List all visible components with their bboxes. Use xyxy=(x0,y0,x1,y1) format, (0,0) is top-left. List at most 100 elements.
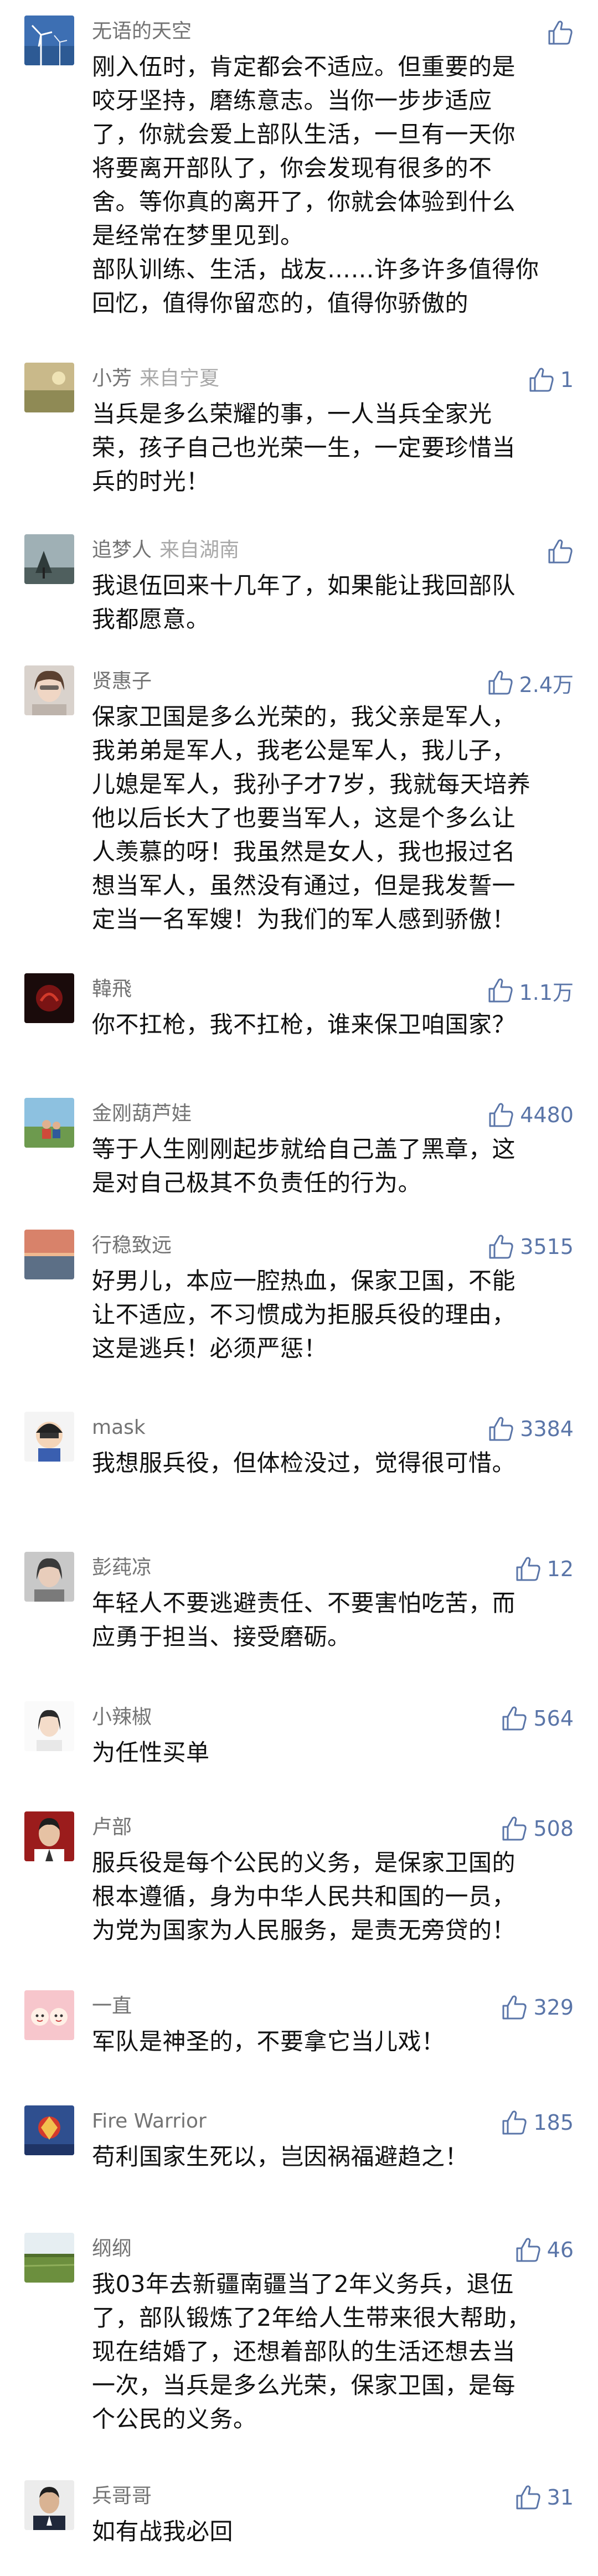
comment-item: 贤惠子 2.4万保家卫国是多么光荣的，我父亲是军人， 我弟弟是军人，我老公是军人，我… xyxy=(0,665,598,952)
like-count: 3384 xyxy=(520,1417,574,1441)
like-button[interactable]: 1 xyxy=(528,366,574,394)
comment-text-line: 咬牙坚持，磨练意志。当你一步步适应 xyxy=(92,87,492,114)
comment-text-line: 一次，当兵是多么光荣，保家卫国，是每 xyxy=(92,2372,516,2399)
like-button[interactable]: 4480 xyxy=(488,1101,574,1129)
comment-text: 你不扛枪，我不扛枪，谁来保卫咱国家？ xyxy=(92,1008,579,1041)
commenter-name[interactable]: 贤惠子 xyxy=(92,670,152,693)
like-button[interactable]: 508 xyxy=(501,1815,574,1842)
cartoon-mask-avatar[interactable] xyxy=(24,1412,74,1462)
like-button[interactable]: 1.1万 xyxy=(487,977,574,1005)
like-button[interactable]: 12 xyxy=(515,1555,574,1583)
comment-text: 等于人生刚刚起步就给自己盖了黑章，这 是对自己极其不负责任的行为。 xyxy=(92,1132,579,1200)
comment-header: 金刚葫芦娃 xyxy=(92,1100,192,1128)
comment-text-line: 儿媳是军人，我孙子才7岁，我就每天培养 xyxy=(92,771,531,798)
commenter-name[interactable]: 韓飛 xyxy=(92,978,132,1000)
comment-text-line: 为任性买单 xyxy=(92,1739,210,1766)
thumbs-up-icon xyxy=(515,2237,542,2263)
comment-text-line: 兵的时光！ xyxy=(92,468,210,495)
commenter-name[interactable]: mask xyxy=(92,1416,146,1439)
like-count: 4480 xyxy=(520,1103,574,1127)
comment-text-line: 我弟弟是军人，我老公是军人，我儿子， xyxy=(92,737,516,764)
like-count: 46 xyxy=(547,2238,574,2262)
comment-text-line: 了，部队锻炼了2年给人生带来很大帮助， xyxy=(92,2304,531,2331)
dark-red-avatar[interactable] xyxy=(24,973,74,1023)
like-button[interactable]: 3384 xyxy=(488,1415,574,1443)
like-button[interactable]: 329 xyxy=(501,1994,574,2021)
commenter-name[interactable]: 无语的天空 xyxy=(92,20,192,43)
commenter-name[interactable]: 行稳致远 xyxy=(92,1234,172,1257)
girl-white-avatar[interactable] xyxy=(24,1701,74,1751)
comment-text-line: 刚入伍时，肯定都会不适应。但重要的是 xyxy=(92,53,516,80)
comment-header: 小芳 来自宁夏 xyxy=(92,365,219,393)
comment-text-line: 为党为国家为人民服务，是责无旁贷的！ xyxy=(92,1917,516,1944)
comment-list: 无语的天空刚入伍时，肯定都会不适应。但重要的是 咬牙坚持，磨练意志。当你一步步适应… xyxy=(0,0,598,2576)
pink-cartoon-avatar[interactable] xyxy=(24,1990,74,2040)
comment-item: 卢部 508 服兵役是每个公民的义务，是保家卫国的 根本遵循，身为中华人民共和国的一员… xyxy=(0,1811,598,1963)
commenter-name[interactable]: 小芳 xyxy=(92,367,132,390)
thumbs-up-icon xyxy=(501,1995,528,2020)
like-button[interactable]: 185 xyxy=(501,2109,574,2136)
commenter-name[interactable]: 金刚葫芦娃 xyxy=(92,1102,192,1125)
landscape-avatar[interactable] xyxy=(24,363,74,412)
comment-header: 韓飛 xyxy=(92,975,132,1003)
commenter-name[interactable]: 兵哥哥 xyxy=(92,2485,152,2507)
like-count: 31 xyxy=(547,2485,574,2510)
comment-text-line: 将要离开部队了，你会发现有很多的不 xyxy=(92,154,492,182)
field-sky-avatar[interactable] xyxy=(24,2233,74,2283)
comment-item: 韓飛 1.1万你不扛枪，我不扛枪，谁来保卫咱国家？ xyxy=(0,973,598,1057)
comment-header: 无语的天空 xyxy=(92,18,192,45)
comment-text-line: 我都愿意。 xyxy=(92,606,210,633)
thumbs-up-icon xyxy=(487,670,514,695)
like-count: 12 xyxy=(547,1557,574,1581)
man-portrait-avatar[interactable] xyxy=(24,2480,74,2530)
comment-item: 追梦人 来自湖南 我退伍回来十几年了，如果能让我回部队 我都愿意。 xyxy=(0,534,598,652)
comment-text-line: 部队训练、生活，战友……许多许多值得你 xyxy=(92,256,539,283)
misty-tree-avatar[interactable] xyxy=(24,534,74,584)
commenter-name[interactable]: 卢部 xyxy=(92,1816,132,1839)
thumbs-up-icon xyxy=(528,367,555,393)
commenter-name[interactable]: 小辣椒 xyxy=(92,1706,152,1728)
like-button[interactable]: 31 xyxy=(515,2484,574,2511)
like-count: 1 xyxy=(560,368,574,392)
man-red-avatar[interactable] xyxy=(24,1811,74,1861)
commenter-name[interactable]: 纲纲 xyxy=(92,2237,132,2260)
comment-text-line: 当兵是多么荣耀的事，一人当兵全家光 xyxy=(92,400,492,427)
like-count: 3515 xyxy=(520,1235,574,1259)
commenter-name[interactable]: Fire Warrior xyxy=(92,2110,207,2133)
comment-text-line: 人羡慕的呀！我虽然是女人，我也报过名 xyxy=(92,838,516,865)
commenter-location: 来自湖南 xyxy=(159,539,240,561)
comment-item: 无语的天空刚入伍时，肯定都会不适应。但重要的是 咬牙坚持，磨练意志。当你一步步适应… xyxy=(0,16,598,335)
commenter-name[interactable]: 追梦人 xyxy=(92,539,152,561)
like-button[interactable]: 3515 xyxy=(488,1233,574,1261)
comment-item: 纲纲 46 我03年去新疆南疆当了2年义务兵，退伍 了，部队锻炼了2年给人生带来很大帮… xyxy=(0,2233,598,2451)
comment-text: 苟利国家生死以，岂因祸福避趋之！ xyxy=(92,2140,579,2174)
comment-text: 我想服兵役，但体检没过，觉得很可惜。 xyxy=(92,1446,579,1480)
thumbs-up-icon xyxy=(488,1102,514,1128)
woman-gray-avatar[interactable] xyxy=(24,1552,74,1602)
like-button[interactable]: 2.4万 xyxy=(487,669,574,697)
comment-text-line: 如有战我必回 xyxy=(92,2518,234,2545)
like-button[interactable]: 46 xyxy=(515,2236,574,2264)
comment-item: 彭莼凉 12 年轻人不要逃避责任、不要害怕吃苦，而 应勇于担当、接受磨砺。 xyxy=(0,1552,598,1669)
comment-text-line: 了，你就会爱上部队生活，一旦有一天你 xyxy=(92,121,516,148)
commenter-name[interactable]: 彭莼凉 xyxy=(92,1556,152,1579)
comment-header: 一直 xyxy=(92,1992,132,2020)
like-count: 508 xyxy=(533,1816,574,1841)
comment-item: 小芳 来自宁夏 1 当兵是多么荣耀的事，一人当兵全家光 荣，孩子自己也光荣一生，一定要珍… xyxy=(0,363,598,514)
blue-red-avatar[interactable] xyxy=(24,2105,74,2155)
like-button[interactable]: 564 xyxy=(501,1705,574,1732)
field-people-avatar[interactable] xyxy=(24,1098,74,1148)
comment-text-line: 保家卫国是多么光荣的，我父亲是军人， xyxy=(92,703,516,730)
commenter-name[interactable]: 一直 xyxy=(92,1995,132,2017)
comment-text: 年轻人不要逃避责任、不要害怕吃苦，而 应勇于担当、接受磨砺。 xyxy=(92,1586,579,1654)
sunset-water-avatar[interactable] xyxy=(24,1230,74,1279)
comment-text-line: 他以后长大了也要当军人，这是个多么让 xyxy=(92,804,516,832)
comment-text-line: 好男儿，本应一腔热血，保家卫国，不能 xyxy=(92,1267,516,1294)
like-button[interactable] xyxy=(547,19,574,47)
woman-portrait-avatar[interactable] xyxy=(24,665,74,715)
wind-turbine-avatar[interactable] xyxy=(24,16,74,65)
comment-text: 服兵役是每个公民的义务，是保家卫国的 根本遵循，身为中华人民共和国的一员， 为党为国… xyxy=(92,1846,579,1947)
like-button[interactable] xyxy=(547,538,574,565)
comment-text-line: 回忆，值得你留恋的，值得你骄傲的 xyxy=(92,290,469,317)
thumbs-up-icon xyxy=(488,1234,514,1259)
